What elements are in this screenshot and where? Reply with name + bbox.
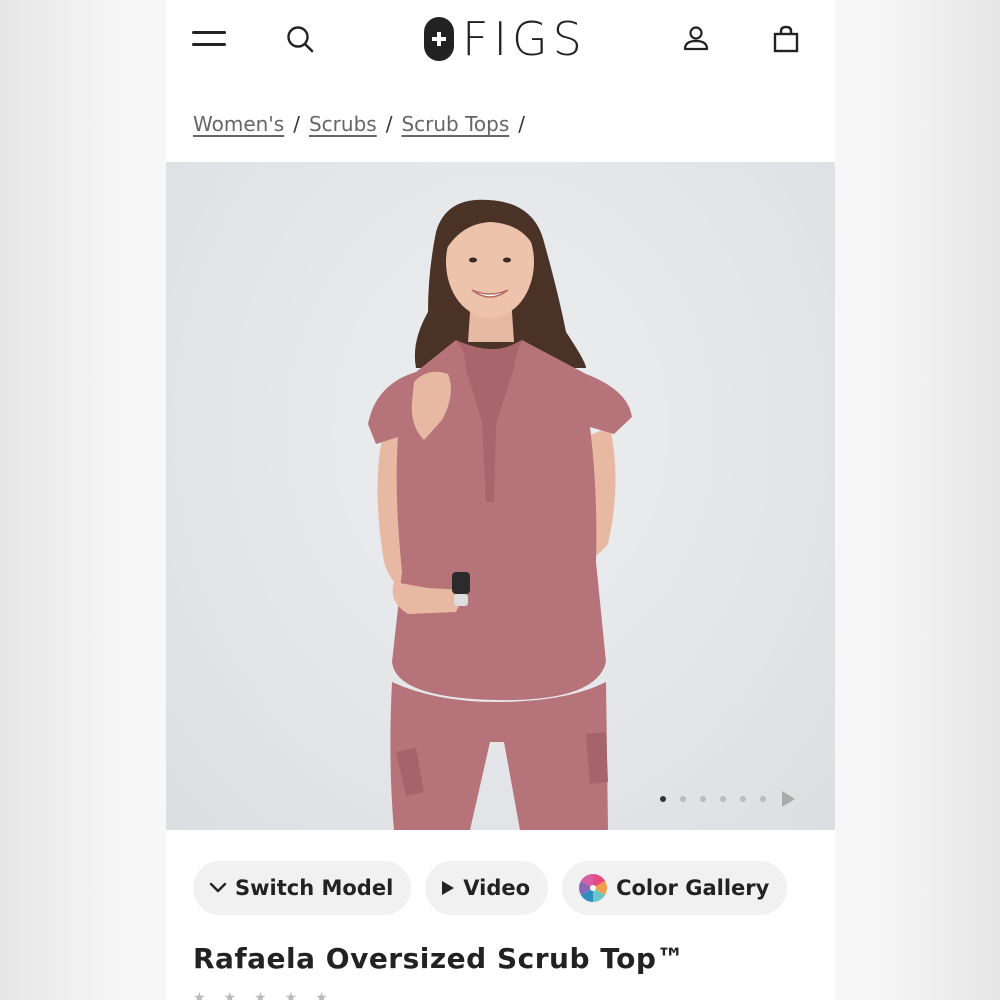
hamburger-menu-icon[interactable] <box>192 28 228 52</box>
video-label: Video <box>463 876 531 900</box>
product-image-gallery[interactable] <box>166 162 835 830</box>
gallery-dot[interactable] <box>680 796 686 802</box>
rating-stars[interactable]: ★★★★★ <box>193 990 346 1000</box>
gallery-dot[interactable] <box>760 796 766 802</box>
breadcrumb-separator: / <box>385 112 393 136</box>
play-right-icon[interactable] <box>782 791 795 807</box>
media-actions: Switch Model Video Color Gallery <box>193 861 801 915</box>
product-title: Rafaela Oversized Scrub Top™ <box>193 942 685 975</box>
switch-model-button[interactable]: Switch Model <box>193 861 412 915</box>
product-photo <box>368 199 632 830</box>
play-icon <box>441 880 455 896</box>
video-button[interactable]: Video <box>425 861 549 915</box>
gallery-dot[interactable] <box>660 796 666 802</box>
figs-cross-logo-icon <box>424 17 454 61</box>
logo-text: FIGS <box>462 12 587 66</box>
search-icon[interactable] <box>285 24 315 54</box>
breadcrumb-separator: / <box>518 112 526 136</box>
breadcrumb-separator: / <box>293 112 300 136</box>
color-gallery-button[interactable]: Color Gallery <box>562 861 788 915</box>
user-account-icon[interactable] <box>682 24 710 52</box>
figs-logo[interactable]: FIGS <box>424 14 587 64</box>
gallery-dot[interactable] <box>740 796 746 802</box>
breadcrumb-link-scrubs[interactable]: Scrubs <box>309 112 377 136</box>
color-gallery-label: Color Gallery <box>616 876 770 900</box>
gallery-pagination <box>660 791 795 807</box>
chevron-down-icon <box>209 882 227 894</box>
site-header: FIGS <box>166 0 835 80</box>
breadcrumb: Women's / Scrubs / Scrub Tops / <box>193 112 534 136</box>
switch-model-label: Switch Model <box>235 876 394 900</box>
product-page: FIGS Women's / Scrubs / Scrub Tops / Swi… <box>166 0 835 1000</box>
breadcrumb-link-womens[interactable]: Women's <box>193 112 284 136</box>
gallery-dot[interactable] <box>700 796 706 802</box>
shopping-bag-icon[interactable] <box>772 24 800 54</box>
breadcrumb-link-scrub-tops[interactable]: Scrub Tops <box>401 112 509 136</box>
color-wheel-icon <box>578 873 608 903</box>
gallery-dot[interactable] <box>720 796 726 802</box>
